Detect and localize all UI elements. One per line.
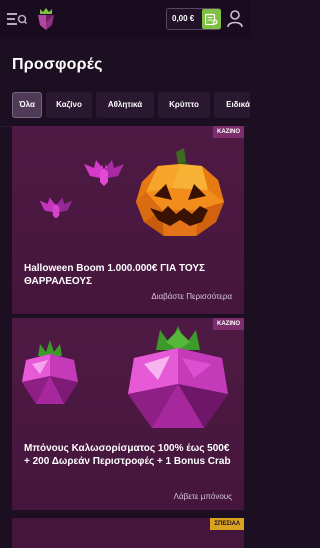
wallet-button[interactable] — [202, 9, 221, 29]
promo-badge: ΣΠΕΣΙΑΛ — [210, 518, 244, 530]
promo-card-welcome-bonus[interactable]: ΚΑΖΙΝΟ Μπόνους Καλωσορίσματος 100% έως 5… — [12, 318, 244, 510]
gem-icon — [128, 326, 228, 428]
logo-icon[interactable] — [36, 7, 56, 31]
wallet-icon — [205, 13, 218, 25]
promo-claim-bonus-link[interactable]: Λάβετε μπόνους — [174, 492, 232, 501]
category-tabs: Όλα Καζίνο Αθλητικά Κρύπτο Ειδικά — [12, 92, 250, 120]
top-bar: 0,00 € — [0, 0, 250, 38]
tab-crypto[interactable]: Κρύπτο — [158, 92, 210, 118]
page-title: Προσφορές — [12, 56, 103, 73]
bat-icon — [84, 160, 124, 186]
gem-icon — [22, 340, 78, 404]
tab-sports[interactable]: Αθλητικά — [96, 92, 154, 118]
tab-special[interactable]: Ειδικά — [214, 92, 250, 118]
tab-casino[interactable]: Καζίνο — [46, 92, 92, 118]
bat-icon — [39, 197, 73, 219]
promo-badge: ΚΑΖΙΝΟ — [213, 126, 244, 138]
promo-card-halloween[interactable]: ΚΑΖΙΝΟ Halloween Boom 1.000.000€ ΓΙΑ ΤΟΥ… — [12, 126, 244, 314]
promo-card-special[interactable]: ΣΠΕΣΙΑΛ — [12, 518, 244, 548]
user-icon[interactable] — [226, 9, 244, 29]
menu-icon[interactable] — [7, 11, 27, 27]
tab-all[interactable]: Όλα — [12, 92, 42, 118]
pumpkin-icon — [136, 148, 224, 236]
promo-title: Halloween Boom 1.000.000€ ΓΙΑ ΤΟΥΣ ΘΑΡΡΑ… — [24, 263, 206, 287]
balance-amount: 0,00 € — [172, 14, 195, 23]
promo-read-more-link[interactable]: Διαβάστε Περισσότερα — [151, 292, 232, 301]
promo-title: Μπόνους Καλωσορίσματος 100% έως 500€ + 2… — [24, 443, 231, 467]
